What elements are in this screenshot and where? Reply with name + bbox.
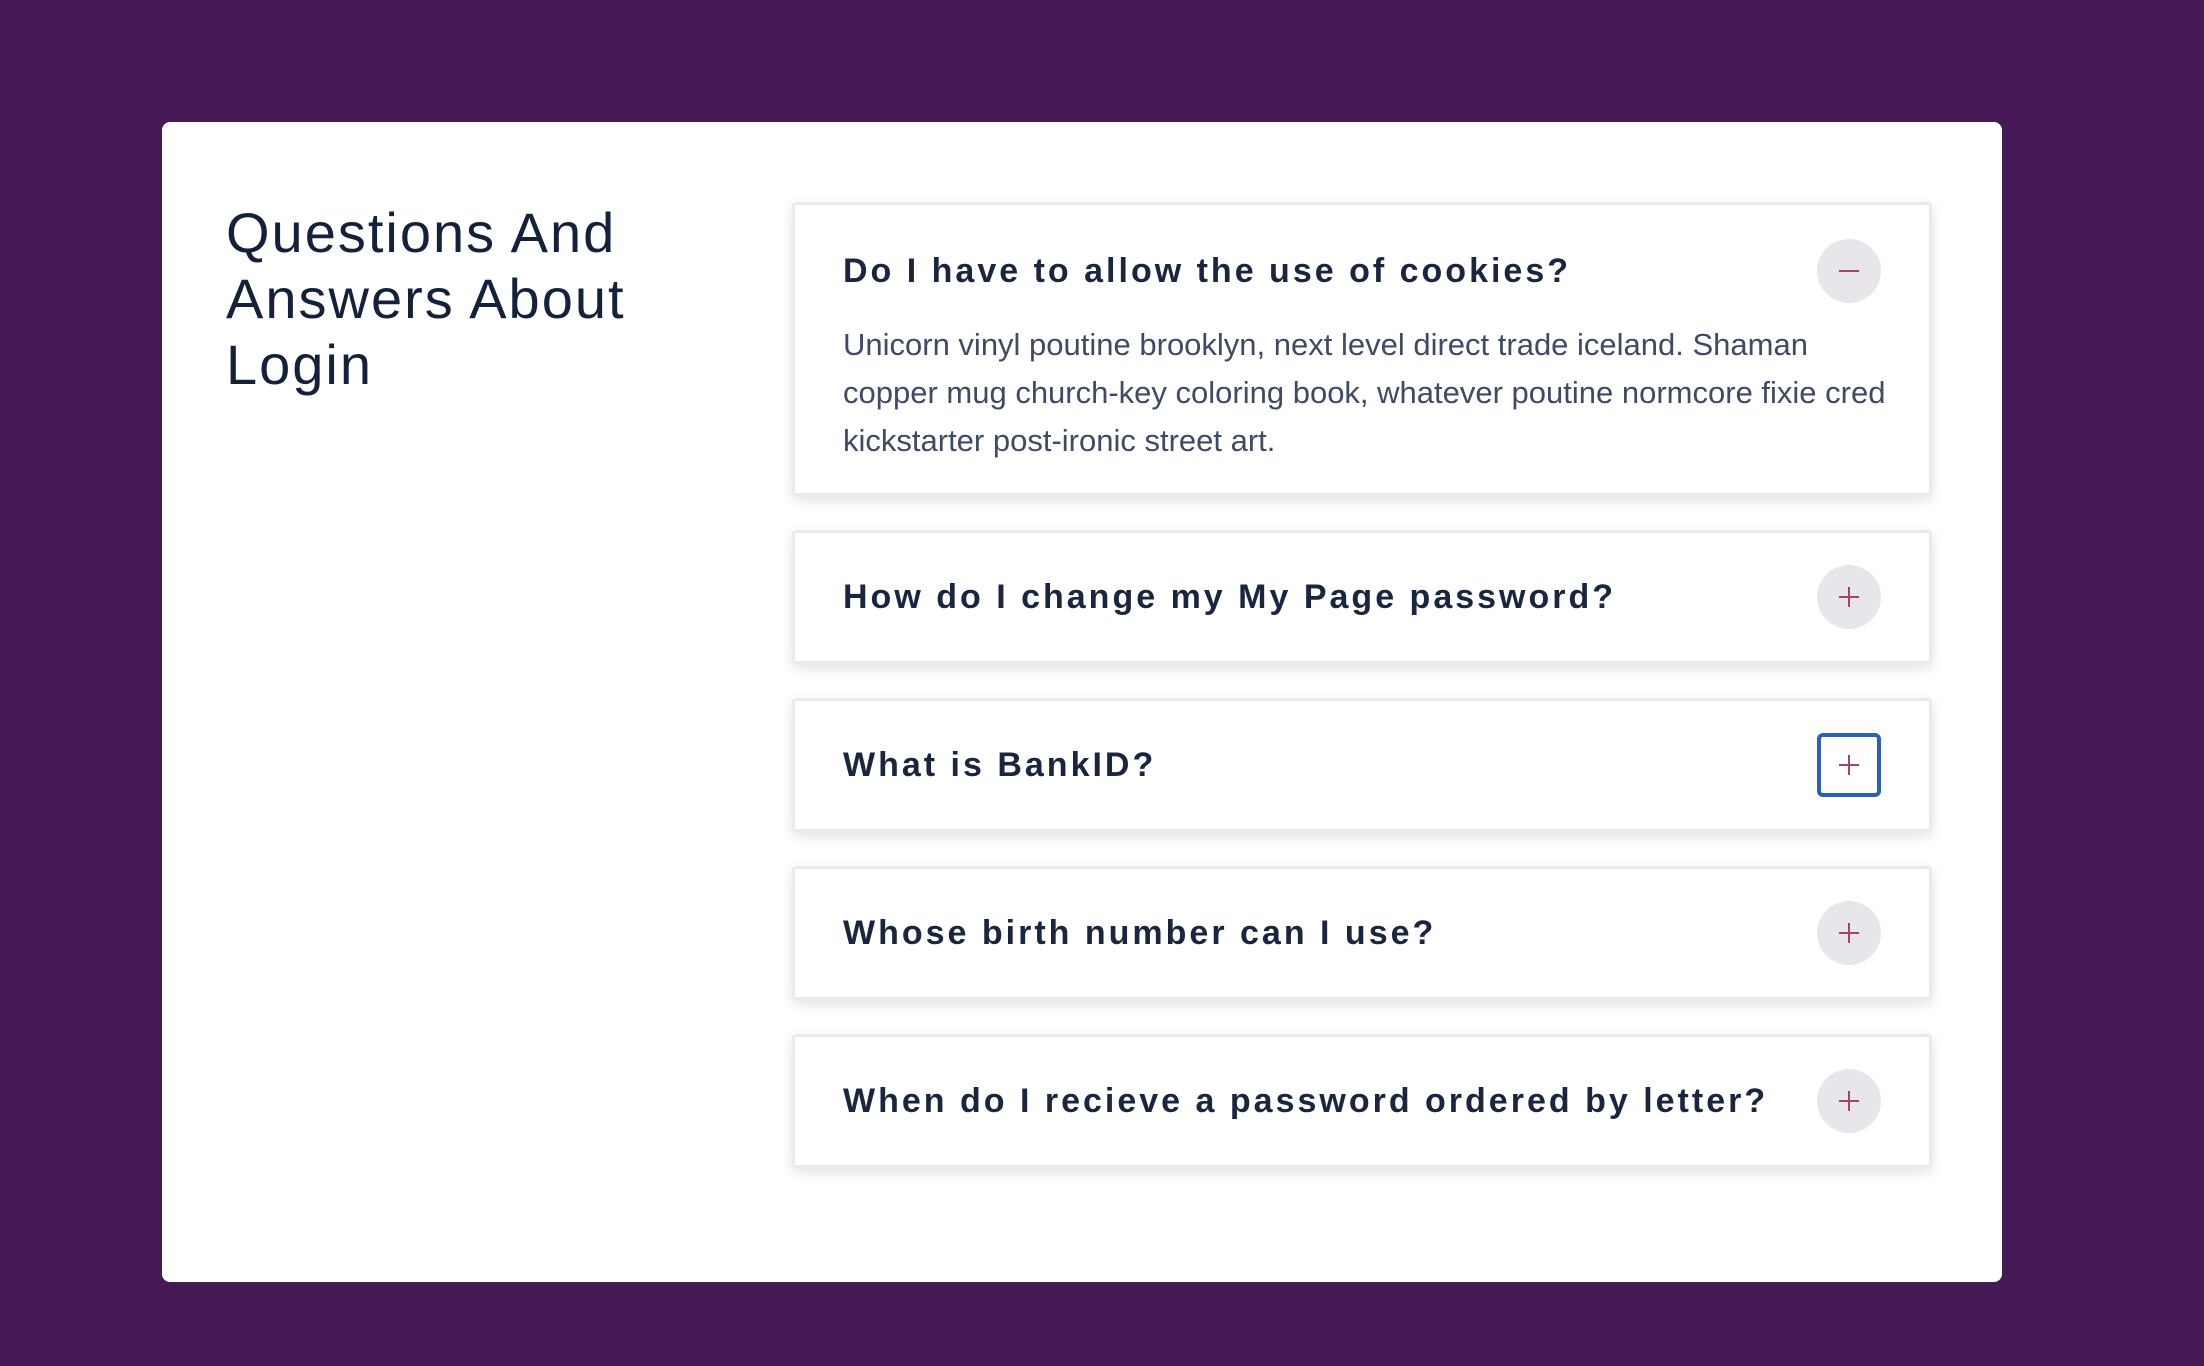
page-title: Questions And Answers About Login	[226, 201, 626, 396]
faq-item-password-letter: When do I recieve a password ordered by …	[792, 1034, 1932, 1168]
faq-question[interactable]: When do I recieve a password ordered by …	[843, 1037, 1768, 1165]
faq-question[interactable]: How do I change my My Page password?	[843, 533, 1616, 661]
collapse-button[interactable]	[1817, 239, 1881, 303]
faq-card: Questions And Answers About Login Do I h…	[162, 122, 2002, 1282]
faq-item-birth-number: Whose birth number can I use?	[792, 866, 1932, 1000]
faq-item-change-password: How do I change my My Page password?	[792, 530, 1932, 664]
expand-button[interactable]	[1817, 1069, 1881, 1133]
expand-button[interactable]	[1817, 733, 1881, 797]
plus-icon	[1836, 752, 1862, 778]
plus-icon	[1836, 584, 1862, 610]
plus-icon	[1836, 1088, 1862, 1114]
expand-button[interactable]	[1817, 901, 1881, 965]
faq-question[interactable]: Whose birth number can I use?	[843, 869, 1436, 997]
plus-icon	[1836, 920, 1862, 946]
faq-question[interactable]: Do I have to allow the use of cookies?	[843, 205, 1571, 337]
faq-item-cookies: Do I have to allow the use of cookies? U…	[792, 202, 1932, 496]
minus-icon	[1836, 258, 1862, 284]
faq-item-bankid: What is BankID?	[792, 698, 1932, 832]
faq-question[interactable]: What is BankID?	[843, 701, 1156, 829]
expand-button[interactable]	[1817, 565, 1881, 629]
faq-answer: Unicorn vinyl poutine brooklyn, next lev…	[843, 327, 1886, 458]
